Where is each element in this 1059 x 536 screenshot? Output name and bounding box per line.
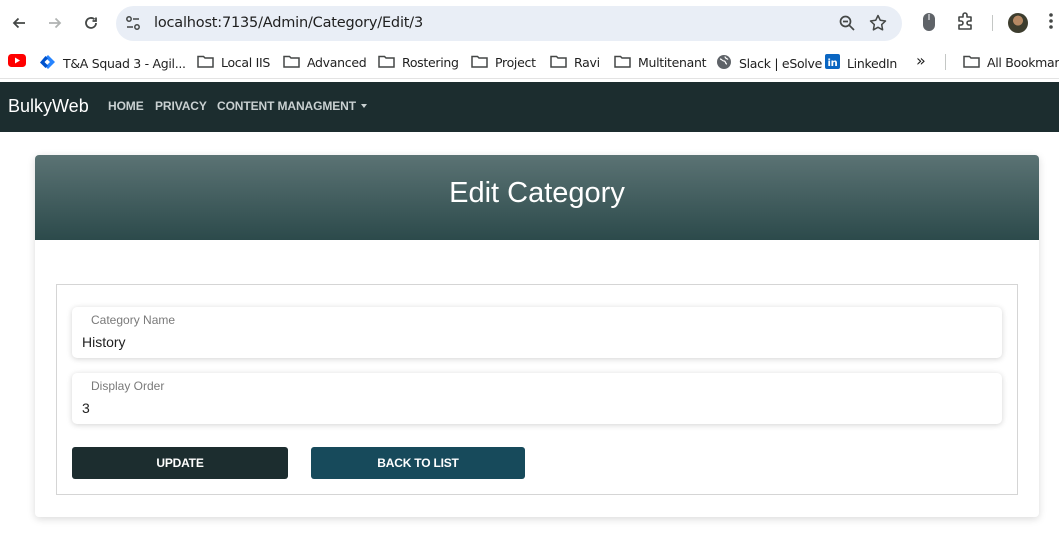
bookmark-advanced[interactable]: Advanced	[283, 54, 367, 71]
back-to-list-button[interactable]: BACK TO LIST	[311, 447, 525, 479]
jira-icon	[40, 54, 56, 73]
folder-icon	[283, 54, 300, 71]
edit-category-card: Edit Category Category Name Display Orde…	[35, 155, 1039, 517]
bookmark-ravi[interactable]: Ravi	[550, 54, 600, 71]
nav-privacy[interactable]: PRIVACY	[155, 99, 207, 113]
bookmark-label: Local IIS	[221, 55, 270, 70]
site-settings-icon[interactable]	[124, 14, 142, 37]
bookmark-slack[interactable]: Slack | eSolve	[716, 54, 822, 73]
folder-icon	[197, 54, 214, 71]
brand-logo[interactable]: BulkyWeb	[8, 96, 89, 117]
folder-icon	[378, 54, 395, 71]
all-bookmarks-label: All Bookmarks	[987, 55, 1059, 70]
bookmark-label: Rostering	[402, 55, 459, 70]
bookmark-project[interactable]: Project	[471, 54, 536, 71]
url-text[interactable]: localhost:7135/Admin/Category/Edit/3	[154, 15, 423, 31]
bookmark-multitenant[interactable]: Multitenant	[614, 54, 707, 71]
display-order-field: Display Order	[72, 373, 1002, 424]
youtube-icon	[8, 54, 26, 70]
folder-icon	[550, 54, 567, 71]
bookmark-label: LinkedIn	[847, 55, 897, 71]
nav-home[interactable]: HOME	[108, 99, 144, 113]
card-header: Edit Category	[35, 155, 1039, 240]
profile-avatar[interactable]	[1008, 13, 1028, 33]
bookmarks-overflow-button[interactable]: »	[916, 51, 926, 70]
forward-arrow-icon[interactable]	[43, 11, 67, 35]
all-bookmarks[interactable]: All Bookmarks	[963, 54, 1059, 71]
bookmark-label: Project	[495, 55, 536, 70]
back-arrow-icon[interactable]	[7, 11, 31, 35]
bookmark-label: T&A Squad 3 - Agil...	[63, 56, 186, 71]
page-title: Edit Category	[449, 177, 625, 209]
category-name-field: Category Name	[72, 307, 1002, 358]
toolbar-divider	[992, 15, 993, 31]
linkedin-icon: in	[825, 54, 840, 72]
zoom-icon[interactable]	[838, 14, 856, 37]
edit-form: Category Name Display Order UPDATE BACK …	[56, 284, 1018, 495]
bookmark-linkedin[interactable]: in LinkedIn	[825, 54, 897, 72]
globe-icon	[716, 54, 732, 73]
bookmarks-bar: T&A Squad 3 - Agil... Local IIS Advanced…	[0, 46, 1059, 79]
bookmark-label: Advanced	[307, 55, 367, 70]
bookmark-local-iis[interactable]: Local IIS	[197, 54, 270, 71]
category-name-label: Category Name	[91, 313, 176, 327]
folder-icon	[614, 54, 631, 71]
bookmark-youtube[interactable]	[8, 54, 26, 70]
bookmark-rostering[interactable]: Rostering	[378, 54, 459, 71]
bookmark-star-icon[interactable]	[868, 13, 888, 38]
folder-icon	[471, 54, 488, 71]
bookmark-label: Slack | eSolve	[739, 56, 822, 71]
extensions-puzzle-icon[interactable]	[955, 11, 975, 36]
display-order-input[interactable]	[82, 400, 982, 416]
bookmarks-divider	[945, 54, 946, 70]
reload-icon[interactable]	[79, 11, 103, 35]
display-order-label: Display Order	[91, 379, 165, 393]
menu-kebab-icon[interactable]	[1048, 11, 1054, 36]
bookmark-label: Ravi	[574, 55, 600, 70]
nav-content-management-label: CONTENT MANAGMENT	[217, 99, 356, 113]
address-bar[interactable]: localhost:7135/Admin/Category/Edit/3	[116, 6, 902, 41]
svg-text:in: in	[828, 58, 838, 69]
nav-content-management[interactable]: CONTENT MANAGMENT	[217, 99, 367, 113]
category-name-input[interactable]	[82, 334, 982, 350]
folder-icon	[963, 54, 980, 71]
app-navbar: BulkyWeb HOME PRIVACY CONTENT MANAGMENT	[0, 82, 1059, 132]
extension-mouse-icon[interactable]	[920, 11, 938, 38]
browser-toolbar: localhost:7135/Admin/Category/Edit/3	[0, 0, 1059, 46]
caret-down-icon	[360, 104, 367, 108]
bookmark-ta-squad[interactable]: T&A Squad 3 - Agil...	[40, 54, 186, 73]
bookmark-label: Multitenant	[638, 55, 707, 70]
update-button[interactable]: UPDATE	[72, 447, 288, 479]
